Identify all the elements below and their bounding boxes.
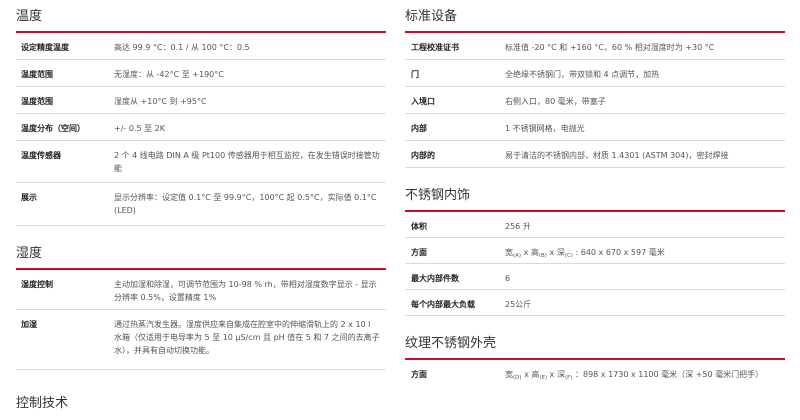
spec-value: 湿度从 +10°C 到 +95°C [114, 97, 207, 106]
spec-key: 每个内部最大负载 [411, 300, 475, 309]
spec-row: 工程校准证书 标准值 -20 °C 和 +160 °C，60 % 相对湿度时为 … [405, 33, 785, 60]
spec-row: 温度范围 无湿度：从 -42°C 至 +190°C [16, 60, 386, 87]
spec-value-dimensions: 宽(A) x 高(B) x 深(C) : 640 x 670 x 597 毫米 [505, 248, 665, 259]
housing-spec-table: 方面 宽(D) x 高(E) x 深(F) ：898 x 1730 x 1100… [405, 360, 785, 396]
spec-row: 加湿 通过热蒸汽发生器。湿度供应来自集成在腔室中的伸缩滑轨上的 2 x 10 l… [16, 310, 386, 370]
spec-value: 2 个 4 线电路 DIN A 级 Pt100 传感器用于相互监控，在发生错误时… [114, 151, 380, 173]
section-title-humidity: 湿度 [16, 246, 386, 270]
spec-key: 内部 [411, 124, 427, 133]
spec-key: 温度范围 [21, 97, 53, 106]
spec-key: 方面 [411, 370, 427, 379]
temperature-spec-table: 设定精度温度 高达 99.9 °C：0.1 / 从 100 °C：0.5 温度范… [16, 33, 386, 226]
spec-value: 通过热蒸汽发生器。湿度供应来自集成在腔室中的伸缩滑轨上的 2 x 10 l 水箱… [114, 320, 380, 355]
spec-key: 加湿 [21, 320, 37, 329]
spec-key: 内部的 [411, 151, 435, 160]
right-column: 标准设备 工程校准证书 标准值 -20 °C 和 +160 °C，60 % 相对… [405, 0, 785, 396]
spec-row: 温度传感器 2 个 4 线电路 DIN A 级 Pt100 传感器用于相互监控，… [16, 141, 386, 183]
spec-value-dimensions: 宽(D) x 高(E) x 深(F) ：898 x 1730 x 1100 毫米… [505, 370, 764, 381]
spec-key: 展示 [21, 193, 37, 202]
interior-spec-table: 体积 256 升 方面 宽(A) x 高(B) x 深(C) : 640 x 6… [405, 212, 785, 316]
spec-key: 最大内部件数 [411, 274, 459, 283]
spec-row: 内部 1 不锈钢网格，电抛光 [405, 114, 785, 141]
section-title-standard-equipment: 标准设备 [405, 9, 785, 33]
spec-key: 温度范围 [21, 70, 53, 79]
section-title-interior: 不锈钢内饰 [405, 188, 785, 212]
spec-row: 展示 显示分辨率：设定值 0.1°C 至 99.9°C，100°C 起 0.5°… [16, 183, 386, 226]
spec-row: 入境口 右侧入口，80 毫米，带塞子 [405, 87, 785, 114]
spec-key: 温度分布（空间） [21, 124, 85, 133]
spec-value: 6 [505, 274, 511, 283]
spec-value: 标准值 -20 °C 和 +160 °C，60 % 相对湿度时为 +30 °C [505, 43, 715, 52]
left-column: 温度 设定精度温度 高达 99.9 °C：0.1 / 从 100 °C：0.5 … [16, 0, 386, 418]
spec-value: 高达 99.9 °C：0.1 / 从 100 °C：0.5 [114, 43, 250, 52]
spec-row: 体积 256 升 [405, 212, 785, 238]
spec-value: 全绝缘不锈钢门，带双锁和 4 点调节，加热 [505, 70, 660, 79]
spec-value: 无湿度：从 -42°C 至 +190°C [114, 70, 224, 79]
spec-row: 方面 宽(D) x 高(E) x 深(F) ：898 x 1730 x 1100… [405, 360, 785, 396]
humidity-spec-table: 湿度控制 主动加湿和除湿，可调节范围为 10-98 % rh，带相对湿度数字显示… [16, 270, 386, 370]
spec-value: 主动加湿和除湿，可调节范围为 10-98 % rh，带相对湿度数字显示 - 显示… [114, 280, 377, 302]
spec-row: 温度分布（空间） +/- 0.5 至 2K [16, 114, 386, 141]
spec-row: 内部的 易于清洁的不锈钢内部，材质 1.4301 (ASTM 304)，密封焊接 [405, 141, 785, 168]
spec-page: 温度 设定精度温度 高达 99.9 °C：0.1 / 从 100 °C：0.5 … [0, 0, 800, 420]
spec-row: 最大内部件数 6 [405, 264, 785, 290]
standard-spec-table: 工程校准证书 标准值 -20 °C 和 +160 °C，60 % 相对湿度时为 … [405, 33, 785, 168]
spec-value: +/- 0.5 至 2K [114, 124, 165, 133]
spec-key: 入境口 [411, 97, 435, 106]
spec-key: 门 [411, 70, 419, 79]
spec-key: 湿度控制 [21, 280, 53, 289]
spec-value: 显示分辨率：设定值 0.1°C 至 99.9°C，100°C 起 0.5°C，实… [114, 193, 377, 215]
spec-key: 方面 [411, 248, 427, 257]
spec-value: 易于清洁的不锈钢内部，材质 1.4301 (ASTM 304)，密封焊接 [505, 151, 729, 160]
spec-row: 温度范围 湿度从 +10°C 到 +95°C [16, 87, 386, 114]
spec-row: 方面 宽(A) x 高(B) x 深(C) : 640 x 670 x 597 … [405, 238, 785, 264]
spec-row: 每个内部最大负载 25公斤 [405, 290, 785, 316]
spec-key: 温度传感器 [21, 151, 61, 160]
spec-key: 工程校准证书 [411, 43, 459, 52]
spec-key: 体积 [411, 222, 427, 231]
spec-row: 门 全绝缘不锈钢门，带双锁和 4 点调节，加热 [405, 60, 785, 87]
spec-key: 设定精度温度 [21, 43, 69, 52]
spec-value: 25公斤 [505, 300, 532, 309]
section-title-housing: 纹理不锈钢外壳 [405, 336, 785, 360]
spec-row: 湿度控制 主动加湿和除湿，可调节范围为 10-98 % rh，带相对湿度数字显示… [16, 270, 386, 310]
spec-value: 右侧入口，80 毫米，带塞子 [505, 97, 606, 106]
spec-value: 256 升 [505, 222, 531, 231]
spec-row: 设定精度温度 高达 99.9 °C：0.1 / 从 100 °C：0.5 [16, 33, 386, 60]
section-title-temperature: 温度 [16, 9, 386, 33]
spec-value: 1 不锈钢网格，电抛光 [505, 124, 585, 133]
section-title-control: 控制技术 [16, 396, 69, 411]
